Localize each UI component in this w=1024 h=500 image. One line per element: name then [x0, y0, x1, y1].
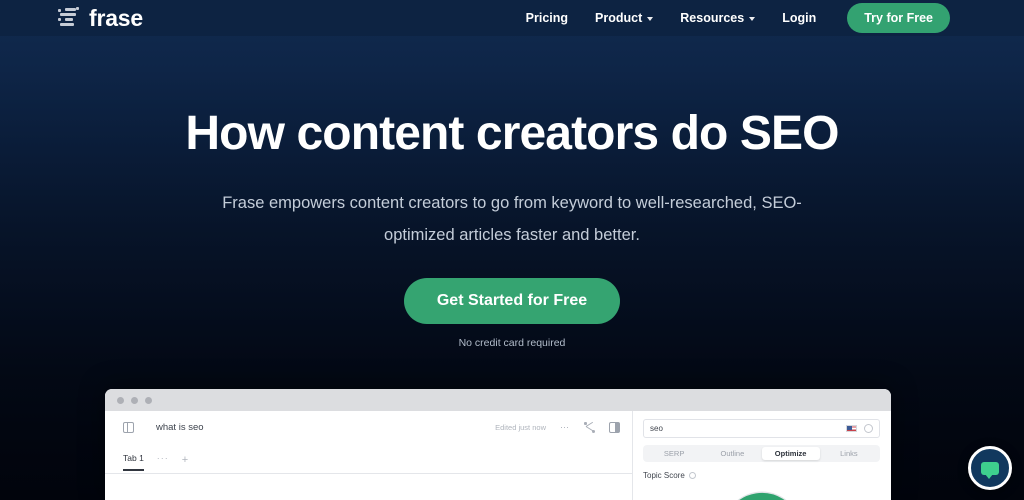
- mockup-tab-outline[interactable]: Outline: [703, 447, 761, 460]
- mockup-title-bar: [105, 389, 891, 411]
- gear-icon[interactable]: [864, 424, 873, 433]
- mockup-body: what is seo Edited just now ⋯ Tab 1 ···: [105, 411, 891, 500]
- nav-item-pricing[interactable]: Pricing: [526, 11, 568, 25]
- info-icon[interactable]: [688, 472, 696, 479]
- top-navigation-bar: frase Pricing Product Resources Login Tr…: [0, 0, 1024, 36]
- nav-links: Pricing Product Resources Login Try for …: [526, 3, 950, 33]
- chat-bubble-icon: [981, 461, 999, 479]
- nav-item-product[interactable]: Product: [595, 11, 654, 25]
- cta-note: No credit card required: [458, 337, 566, 350]
- mockup-search-icons: [846, 424, 873, 433]
- hero-section: How content creators do SEO Frase empowe…: [0, 36, 1024, 349]
- mockup-editor-tabs: Tab 1 ··· +: [105, 443, 632, 471]
- get-started-button[interactable]: Get Started for Free: [403, 278, 621, 325]
- frase-document-logo-icon: [56, 6, 80, 30]
- mockup-editor-toolbar-right: Edited just now ⋯: [495, 421, 620, 433]
- app-screenshot-mockup: what is seo Edited just now ⋯ Tab 1 ···: [105, 389, 891, 500]
- nav-item-label: Login: [782, 11, 817, 25]
- mockup-tab-optimize[interactable]: Optimize: [761, 447, 820, 460]
- brand-name: frase: [89, 4, 143, 31]
- share-icon[interactable]: [584, 421, 595, 433]
- chevron-down-icon: [647, 17, 654, 21]
- mockup-topic-score-gauge: [714, 483, 810, 500]
- window-minimize-dot-icon: [131, 396, 138, 404]
- window-maximize-dot-icon: [145, 396, 152, 404]
- mockup-search-input[interactable]: seo: [643, 419, 880, 438]
- nav-item-label: Resources: [680, 11, 745, 25]
- gauge-arc: [737, 491, 786, 500]
- mockup-sidebar-pane: seo SERP Outline Optimize Links Topic Sc…: [633, 411, 890, 500]
- mockup-editor-pane: what is seo Edited just now ⋯ Tab 1 ···: [105, 411, 633, 500]
- window-close-dot-icon: [117, 396, 124, 404]
- nav-item-label: Product: [595, 11, 643, 25]
- sidebar-toggle-icon[interactable]: [609, 421, 620, 433]
- hero-subtitle: Frase empowers content creators to go fr…: [222, 193, 802, 244]
- page-title: How content creators do SEO: [185, 107, 839, 160]
- page-root: frase Pricing Product Resources Login Tr…: [0, 0, 1024, 500]
- mockup-editor-toolbar: what is seo Edited just now ⋯: [105, 411, 632, 443]
- nav-item-login[interactable]: Login: [782, 11, 816, 25]
- mockup-edited-status: Edited just now: [495, 422, 546, 432]
- mockup-tab-links[interactable]: Links: [820, 447, 878, 460]
- chat-widget-button[interactable]: [968, 446, 1012, 490]
- us-flag-icon[interactable]: [846, 425, 857, 432]
- mockup-search-value: seo: [650, 424, 663, 433]
- try-for-free-button[interactable]: Try for Free: [847, 3, 950, 33]
- hero-cta-wrap: Get Started for Free No credit card requ…: [0, 278, 1024, 349]
- mockup-editor-divider: [105, 473, 632, 474]
- mockup-topic-score-label: Topic Score: [643, 471, 685, 480]
- mockup-sidebar-tabs: SERP Outline Optimize Links: [643, 445, 880, 462]
- mockup-tab-more-icon[interactable]: ···: [157, 453, 169, 471]
- panel-toggle-icon[interactable]: [123, 421, 134, 433]
- mockup-tab-serp[interactable]: SERP: [645, 447, 703, 460]
- chevron-down-icon: [749, 17, 756, 21]
- nav-item-label: Pricing: [525, 11, 569, 25]
- nav-item-resources[interactable]: Resources: [680, 11, 756, 25]
- mockup-topic-score-row: Topic Score: [643, 471, 880, 480]
- ellipsis-icon[interactable]: ⋯: [560, 423, 570, 432]
- mockup-document-title: what is seo: [156, 421, 204, 433]
- brand-logo[interactable]: frase: [56, 5, 143, 32]
- mockup-tab-add-icon[interactable]: +: [182, 454, 188, 471]
- mockup-tab-1[interactable]: Tab 1: [123, 453, 144, 471]
